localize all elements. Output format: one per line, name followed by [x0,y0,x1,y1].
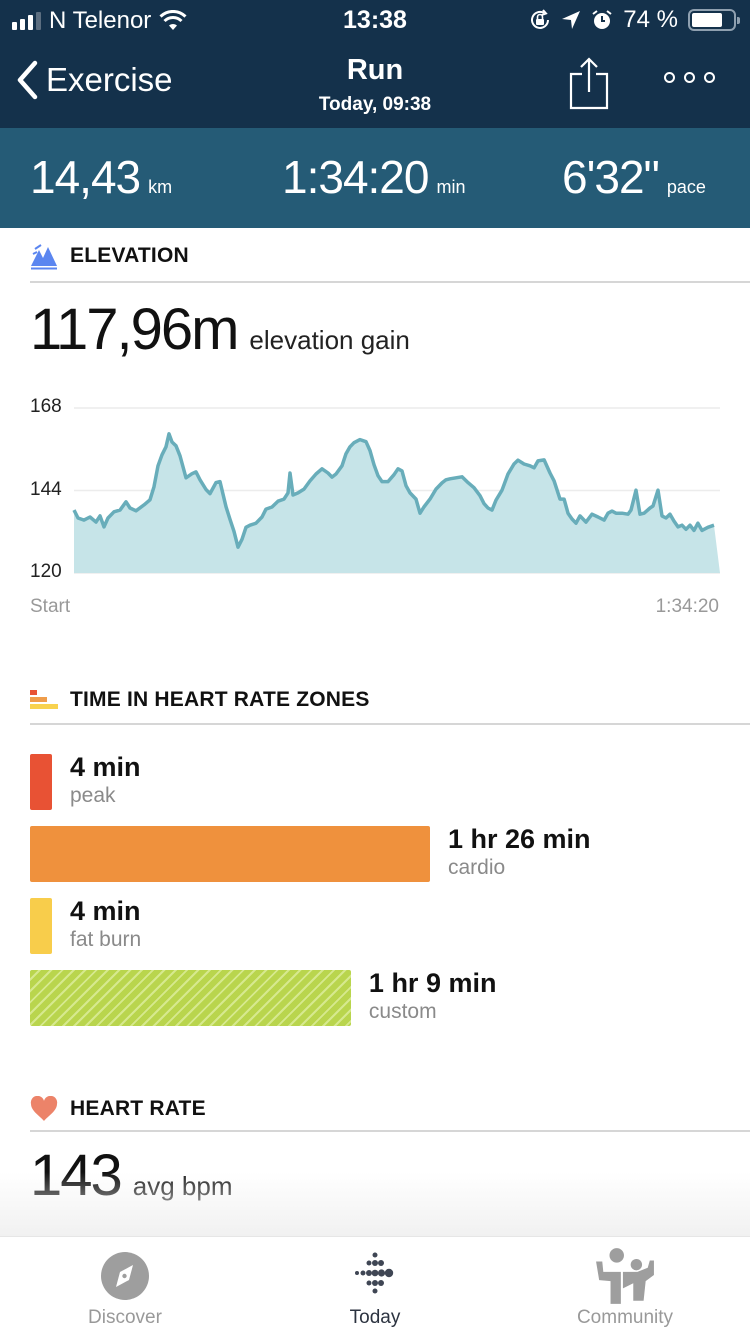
x-start-label: Start [30,596,71,617]
mountain-icon [31,244,57,270]
y-tick-label: 144 [30,478,62,500]
tab-bar: Discover Today Community [0,1236,750,1334]
divider [30,1130,750,1132]
tab-discover-label: Discover [88,1307,162,1328]
status-bar: N Telenor 13:38 74 % [0,0,750,40]
pace-metric: 6'32" pace [562,150,706,204]
zone-value-cardio: 1 hr 26 min [448,824,591,854]
zone-bar-fat-burn [30,898,52,954]
more-button[interactable] [664,72,715,83]
pace-unit: pace [666,177,706,197]
page-title: Run [346,54,404,86]
more-icon-dot [704,72,715,83]
distance-metric: 14,43 km [30,150,172,204]
zone-name-peak: peak [70,784,116,807]
zone-name-fat-burn: fat burn [70,928,142,951]
tab-community[interactable]: Community [500,1237,750,1334]
x-end-label: 1:34:20 [655,596,719,617]
location-icon [562,11,581,29]
heart-rate-heading-label: HEART RATE [70,1097,206,1120]
battery-icon [688,9,740,31]
y-tick-label: 120 [30,561,62,582]
hr-zones-heading: TIME IN HEART RATE ZONES [30,688,370,712]
duration-metric: 1:34:20 min [282,150,466,204]
elevation-heading: ELEVATION [30,242,189,270]
distance-unit: km [148,177,173,197]
zone-name-custom: custom [368,1000,437,1023]
duration-value: 1:34:20 [282,151,429,203]
zone-bar-cardio [30,826,430,882]
page-subtitle: Today, 09:38 [318,94,432,115]
summary-band: 14,43 km 1:34:20 min 6'32" pace [0,128,750,228]
fitbit-dots-icon [355,1252,394,1294]
orientation-lock-icon [531,9,550,29]
battery-percent: 74 % [623,6,678,33]
more-icon [664,72,675,83]
zone-name-cardio: cardio [448,856,506,879]
tab-discover[interactable]: Discover [0,1237,250,1334]
zone-value-custom: 1 hr 9 min [368,968,497,998]
share-icon [569,57,609,110]
hr-zones-heading-label: TIME IN HEART RATE ZONES [70,688,370,711]
compass-icon [101,1252,149,1300]
zones-icon [30,690,58,709]
heart-icon [30,1096,58,1121]
elevation-gain-value: 117,96m [30,297,239,362]
zone-bar-peak [30,754,52,810]
heart-rate-heading: HEART RATE [30,1096,206,1122]
elevation-heading-label: ELEVATION [70,244,189,267]
zone-bar-custom [30,970,351,1026]
elevation-gain-label: elevation gain [249,325,410,355]
pace-value: 6'32" [562,151,660,203]
elevation-gain: 117,96m elevation gain [30,296,410,363]
distance-value: 14,43 [30,151,141,203]
zone-value-peak: 4 min [70,752,141,782]
share-button[interactable] [568,56,610,110]
y-tick-label: 168 [30,396,62,417]
elevation-area [74,433,720,573]
elevation-line [72,432,715,549]
community-icon [596,1248,654,1304]
zone-value-fat-burn: 4 min [70,896,141,926]
more-icon-dot [684,72,695,83]
divider [30,723,750,725]
duration-unit: min [436,177,466,197]
tab-today-label: Today [349,1307,401,1328]
tab-community-label: Community [576,1307,674,1328]
header: N Telenor 13:38 74 % Exercise Run Today,… [0,0,750,128]
divider [30,281,750,283]
scroll-fade [0,1172,750,1236]
alarm-icon [592,10,612,29]
battery-fill [692,13,722,27]
tab-today[interactable]: Today [250,1237,500,1334]
